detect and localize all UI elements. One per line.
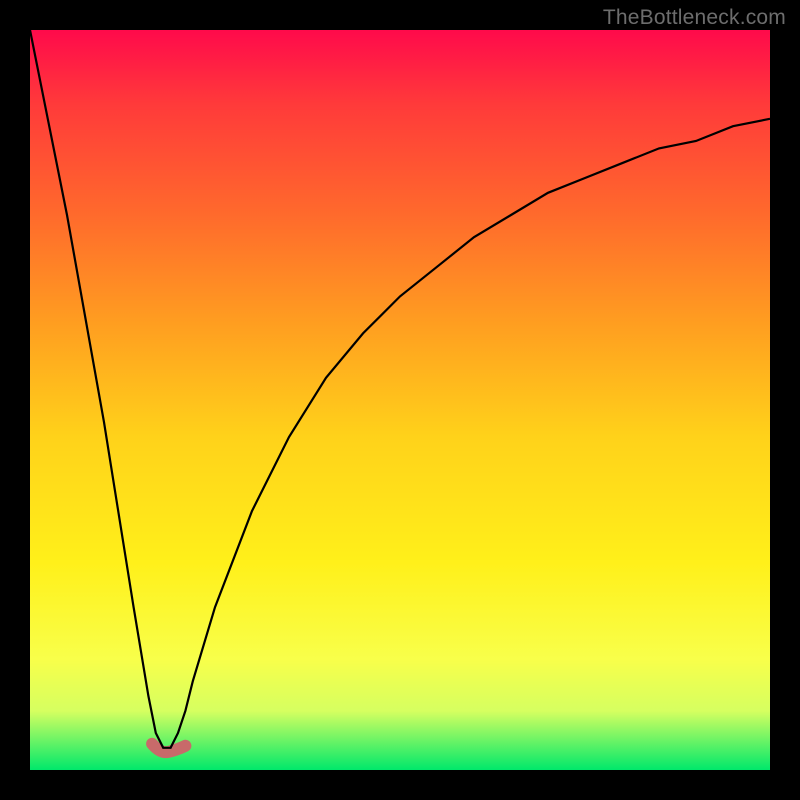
chart-svg	[30, 30, 770, 770]
bottleneck-curve	[30, 30, 770, 748]
plot-area	[30, 30, 770, 770]
watermark-text: TheBottleneck.com	[603, 6, 786, 30]
